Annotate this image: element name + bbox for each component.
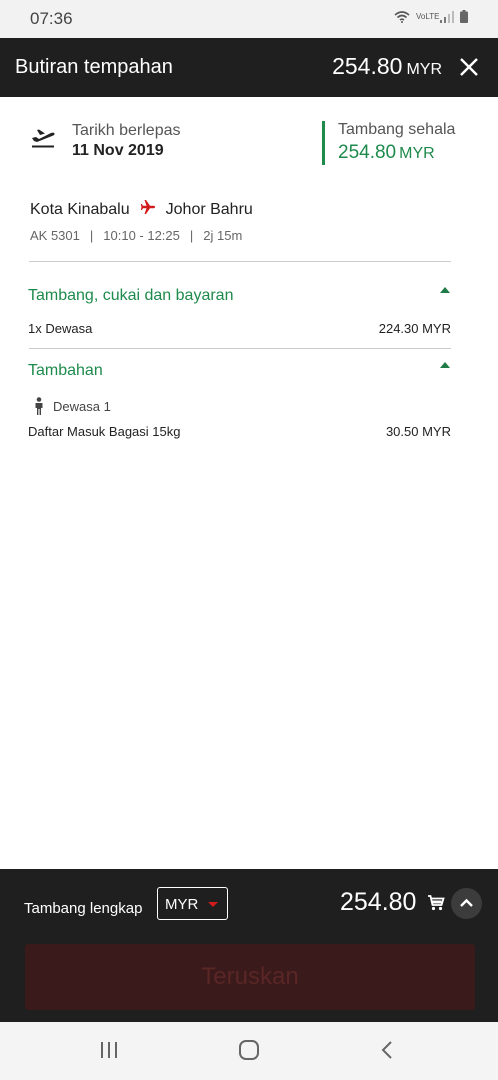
status-time: 07:36: [30, 9, 73, 28]
collapse-fares-caret-icon[interactable]: [440, 287, 450, 293]
passenger-label: Dewasa 1: [53, 398, 111, 414]
volte-icon: VoLTE: [416, 11, 440, 21]
passenger-row: Dewasa 1: [34, 397, 111, 415]
baggage-label: Daftar Masuk Bagasi 15kg: [28, 424, 181, 439]
departure-label: Tarikh berlepas: [72, 122, 181, 139]
total-label: Tambang lengkap: [24, 900, 143, 917]
chevron-up-icon: [460, 898, 473, 907]
battery-icon: [460, 10, 468, 23]
adult-fare-label: 1x Dewasa: [28, 321, 93, 336]
airplane-icon: [140, 200, 155, 214]
fares-section-title[interactable]: Tambang, cukai dan bayaran: [28, 287, 233, 305]
flight-route: Kota Kinabalu Johor Bahru: [30, 200, 253, 219]
dropdown-arrow-icon: [208, 902, 218, 907]
expand-summary-button[interactable]: [451, 888, 482, 919]
header-amount: 254.80 MYR: [332, 53, 442, 80]
header-currency: MYR: [406, 61, 442, 78]
close-icon[interactable]: [458, 56, 480, 78]
currency-select-value: MYR: [165, 896, 199, 913]
home-icon[interactable]: [238, 1039, 260, 1061]
footer-summary: Tambang lengkap MYR 254.80 Teruskan: [0, 869, 498, 1022]
divider: [29, 348, 451, 349]
fare-amount: 254.80 MYR: [338, 142, 435, 164]
separator: |: [189, 228, 194, 243]
flight-number: AK 5301: [30, 228, 80, 243]
page-title: Butiran tempahan: [15, 56, 173, 78]
continue-button[interactable]: Teruskan: [25, 944, 475, 1010]
wifi-icon: [394, 10, 410, 23]
departure-date: 11 Nov 2019: [72, 142, 164, 159]
destination-city: Johor Bahru: [165, 201, 253, 218]
currency-select[interactable]: MYR: [157, 887, 228, 920]
status-icons: VoLTE: [394, 10, 468, 23]
plane-departure-icon: [32, 129, 55, 148]
status-bar: 07:36 VoLTE: [0, 0, 498, 38]
one-way-fare: Tambang sehala 254.80 MYR: [322, 121, 485, 165]
signal-icon: [440, 10, 454, 23]
divider: [29, 261, 451, 262]
flight-time: 10:10 - 12:25: [103, 228, 180, 243]
total-amount: 254.80: [340, 888, 417, 916]
baggage-price: 30.50 MYR: [385, 424, 451, 439]
fare-currency: MYR: [399, 145, 435, 162]
cart-icon[interactable]: [427, 894, 445, 912]
recent-apps-icon[interactable]: [98, 1039, 120, 1061]
header-amount-value: 254.80: [332, 53, 403, 79]
origin-city: Kota Kinabalu: [30, 201, 130, 218]
fare-label: Tambang sehala: [338, 121, 456, 138]
adult-fare-price: 224.30 MYR: [378, 321, 451, 336]
person-icon: [35, 397, 43, 415]
back-icon[interactable]: [377, 1039, 399, 1061]
fare-amount-value: 254.80: [338, 142, 397, 163]
flight-duration: 2j 15m: [203, 228, 243, 243]
extras-section-title[interactable]: Tambahan: [28, 362, 103, 380]
collapse-extras-caret-icon[interactable]: [440, 362, 450, 368]
header-bar: Butiran tempahan 254.80 MYR: [0, 38, 498, 97]
system-nav-bar: [0, 1022, 498, 1080]
separator: |: [89, 228, 94, 243]
flight-info: AK 5301 | 10:10 - 12:25 | 2j 15m: [30, 228, 242, 243]
